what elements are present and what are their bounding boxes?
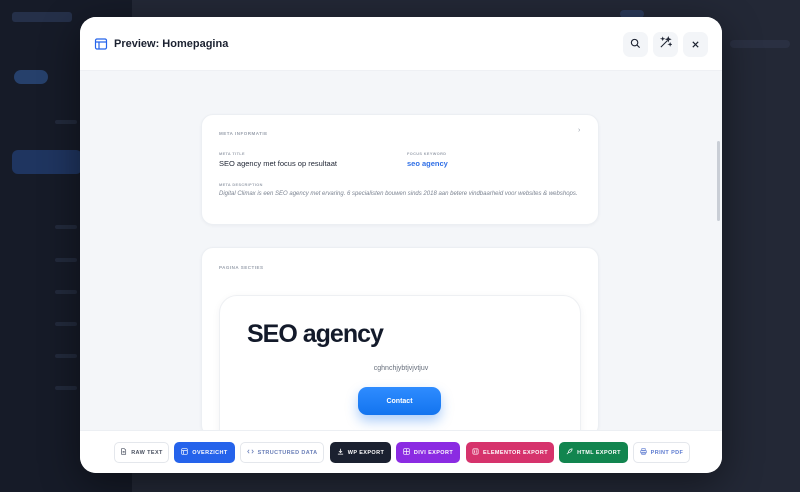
background-nav-line: [55, 290, 77, 294]
layers-icon: [472, 448, 479, 457]
chevron-right-icon[interactable]: ›: [578, 127, 580, 134]
export-toolbar: RAW TEXT OVERZICHT STRUCTURED DATA WP EX…: [80, 430, 722, 473]
close-button[interactable]: [683, 32, 708, 57]
structured-data-button[interactable]: STRUCTURED DATA: [240, 442, 324, 463]
structured-data-label: STRUCTURED DATA: [257, 449, 318, 456]
background-nav-pill: [14, 70, 48, 84]
meta-section-label: META INFORMATIE: [219, 131, 268, 136]
meta-title-label: META TITLE: [219, 152, 245, 156]
background-bar: [730, 40, 790, 48]
rocket-icon: [566, 448, 573, 457]
html-export-button[interactable]: HTML EXPORT: [559, 442, 628, 463]
modal-header: Preview: Homepagina: [80, 17, 722, 71]
elementor-export-label: ELEMENTOR EXPORT: [483, 449, 548, 456]
background-nav-line: [55, 225, 77, 229]
page-sections-card: PAGINA SECTIES SEO agency cghnchjybtjvjv…: [201, 247, 599, 455]
preview-modal: Preview: Homepagina META INFORMATIE › ME…: [80, 17, 722, 473]
sections-label: PAGINA SECTIES: [219, 265, 264, 270]
focus-keyword-label: FOCUS KEYWORD: [407, 152, 447, 156]
hero-title: SEO agency: [247, 320, 384, 348]
modal-title: Preview: Homepagina: [114, 37, 229, 50]
divi-export-button[interactable]: DIVI EXPORT: [396, 442, 460, 463]
header-actions: [623, 32, 708, 57]
printer-icon: [640, 448, 647, 457]
background-nav-line: [55, 354, 77, 358]
raw-text-button[interactable]: RAW TEXT: [114, 442, 169, 463]
background-logo: [12, 12, 72, 22]
layout-icon: [181, 448, 188, 457]
magic-wand-button[interactable]: [653, 32, 678, 57]
wp-export-button[interactable]: WP EXPORT: [330, 442, 391, 463]
magic-wand-icon: [659, 35, 673, 54]
meta-description-label: META DESCRIPTION: [219, 183, 263, 187]
overview-button[interactable]: OVERZICHT: [174, 442, 235, 463]
raw-text-label: RAW TEXT: [131, 449, 163, 456]
close-icon: [691, 36, 700, 54]
code-icon: [246, 448, 254, 457]
background-nav-line: [55, 120, 77, 124]
contact-button[interactable]: Contact: [358, 387, 441, 415]
divi-export-label: DIVI EXPORT: [413, 449, 454, 456]
elementor-export-button[interactable]: ELEMENTOR EXPORT: [466, 442, 554, 463]
html-export-label: HTML EXPORT: [577, 449, 621, 456]
document-icon: [120, 448, 127, 457]
print-pdf-button[interactable]: PRINT PDF: [633, 442, 690, 463]
download-icon: [337, 448, 344, 457]
background-nav-line: [55, 386, 77, 390]
layout-icon: [94, 37, 108, 51]
background-nav-line: [55, 322, 77, 326]
background-nav-line: [55, 258, 77, 262]
overview-label: OVERZICHT: [192, 449, 228, 456]
scrollbar[interactable]: [717, 141, 720, 221]
search-icon: [630, 36, 641, 54]
meta-information-card: META INFORMATIE › META TITLE SEO agency …: [201, 114, 599, 225]
meta-description-value: Digital Climax is een SEO agency met erv…: [219, 191, 578, 197]
grid-icon: [403, 448, 410, 457]
hero-subtitle: cghnchjybtjvjvtjuv: [373, 365, 429, 372]
print-pdf-label: PRINT PDF: [650, 449, 684, 456]
background-active-nav-item: [12, 150, 82, 174]
focus-keyword-value: seo agency: [407, 159, 448, 168]
wp-export-label: WP EXPORT: [347, 449, 385, 456]
search-button[interactable]: [623, 32, 648, 57]
meta-title-value: SEO agency met focus op resultaat: [219, 159, 337, 168]
